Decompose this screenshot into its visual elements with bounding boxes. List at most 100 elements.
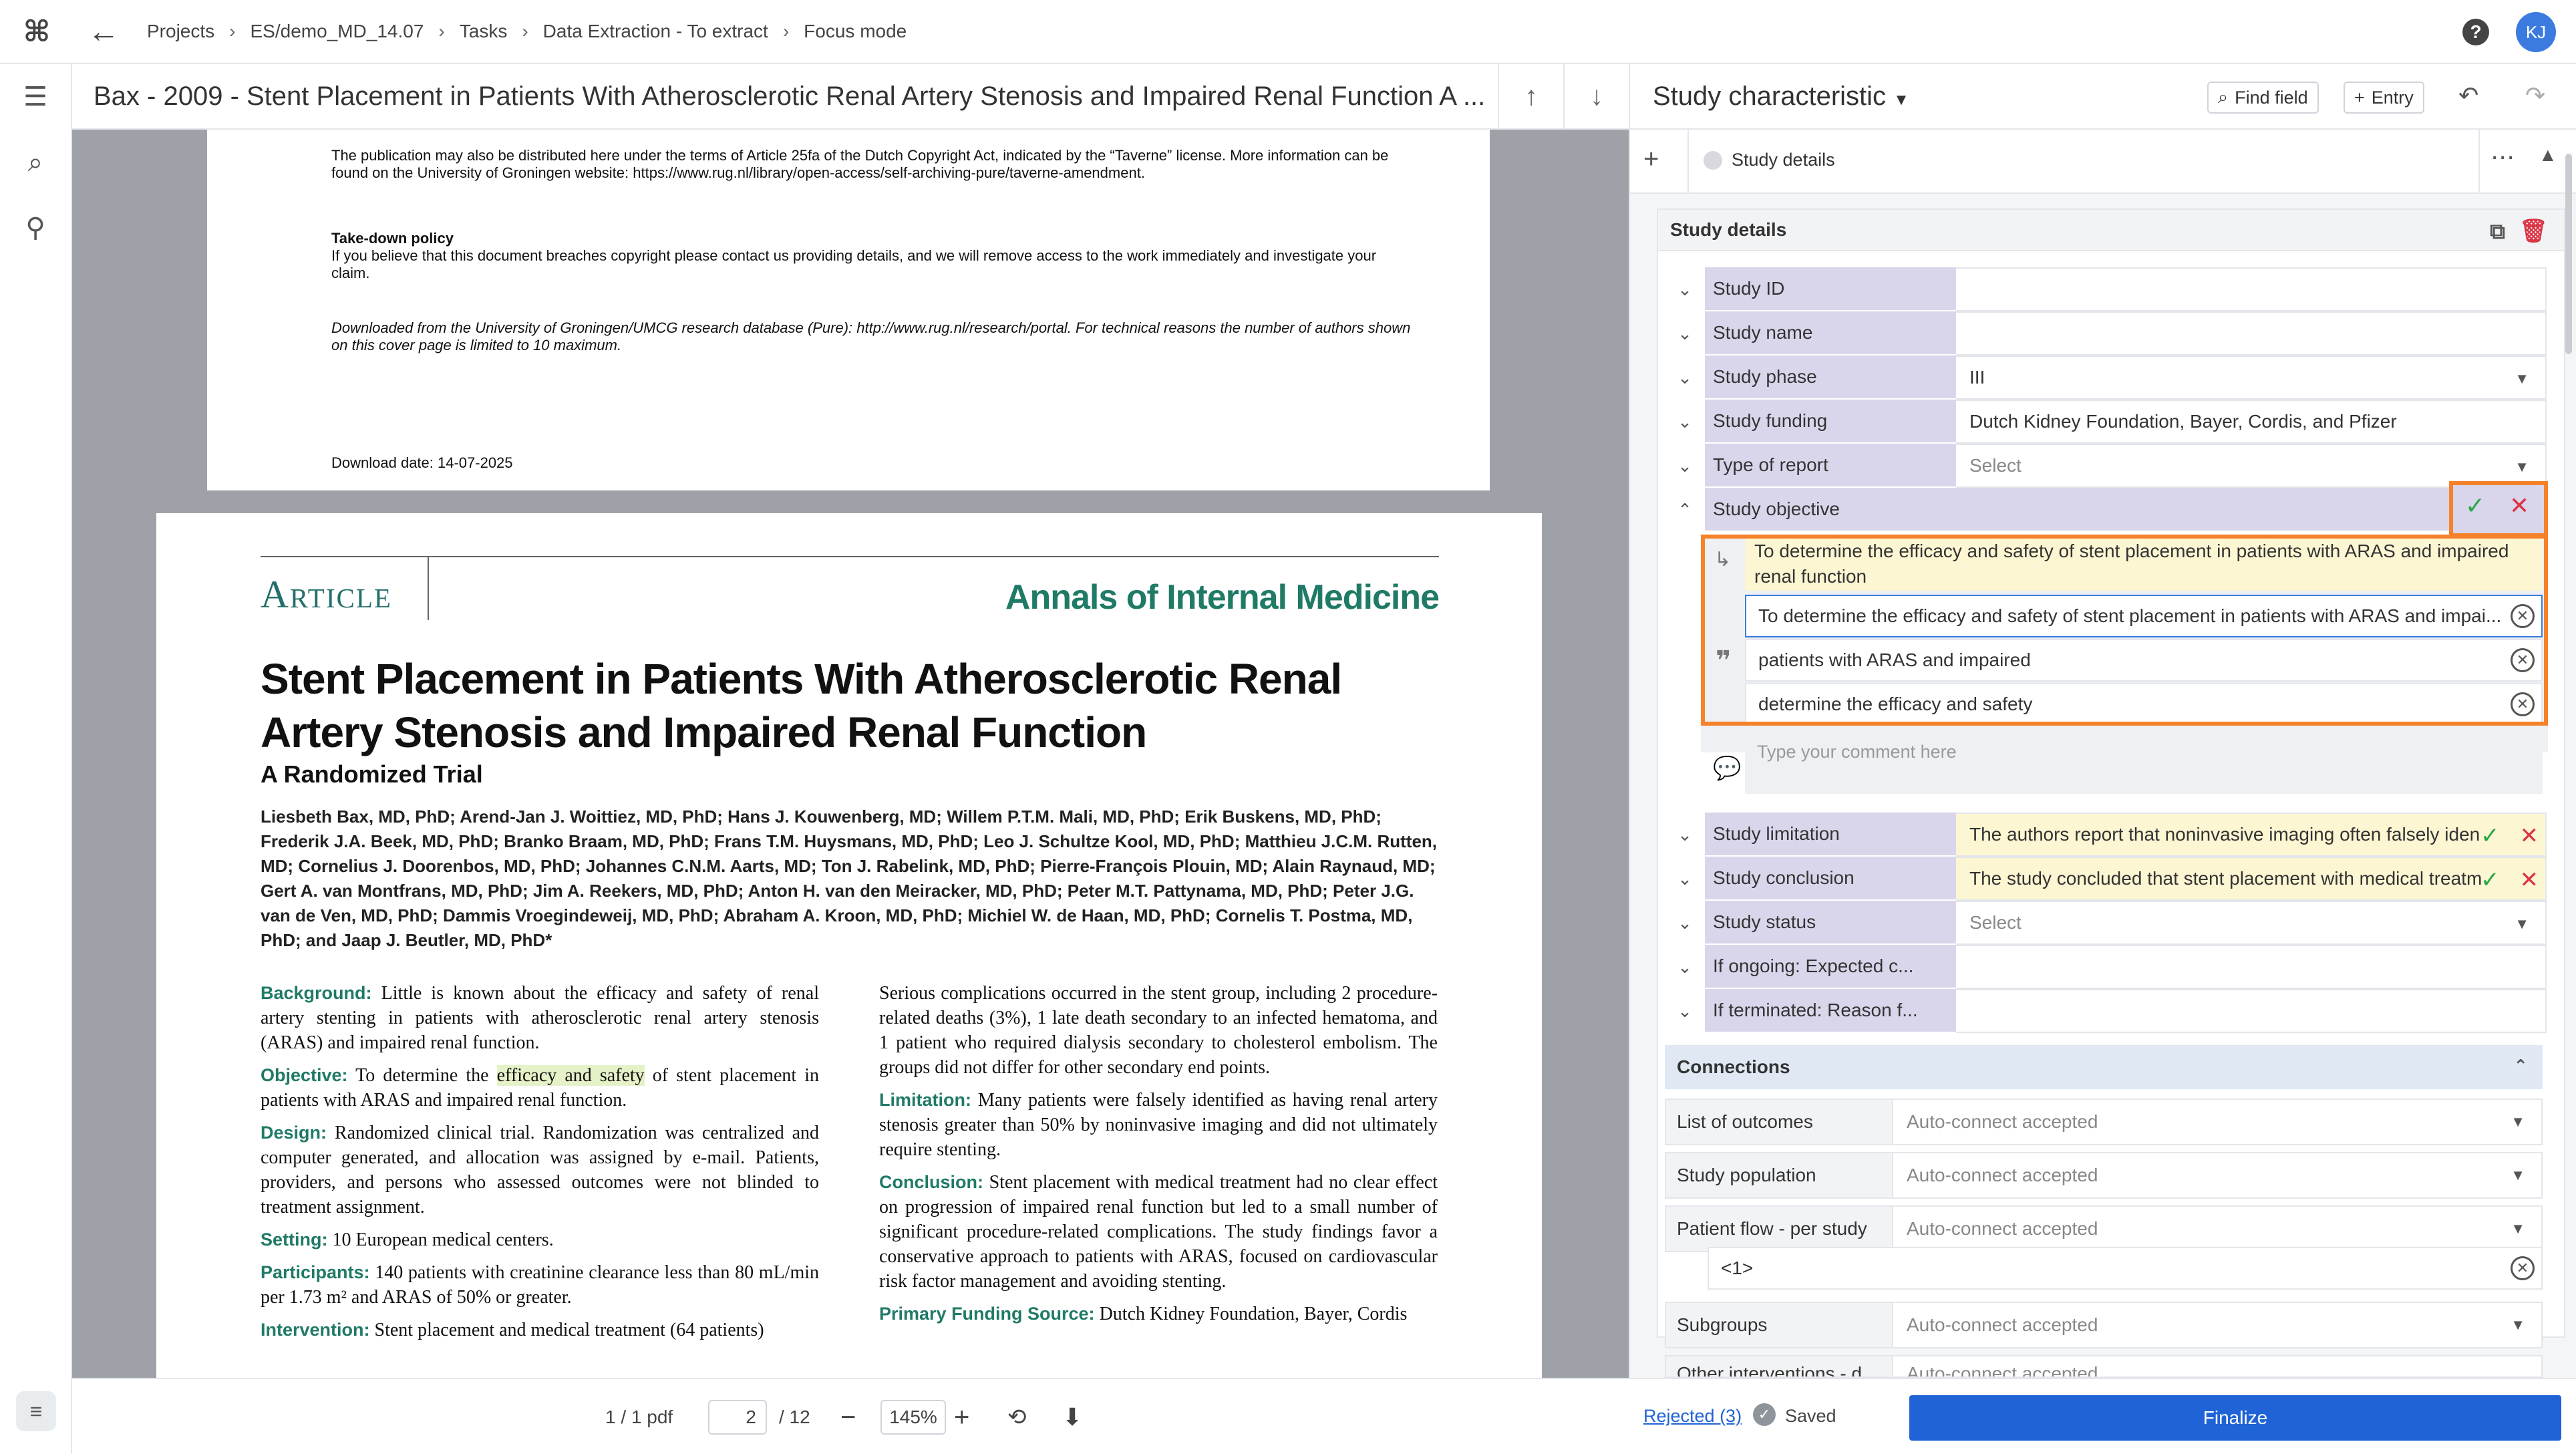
add-entry-button[interactable]: + Entry bbox=[2344, 82, 2424, 114]
page-number-input[interactable]: 2 bbox=[708, 1400, 767, 1435]
connection-select[interactable]: Auto-connect accepted ▼ bbox=[1893, 1100, 2541, 1144]
more-options-icon[interactable]: ⋯ bbox=[2490, 143, 2515, 171]
arrow-up-icon[interactable]: ↑ bbox=[1498, 64, 1563, 128]
caret-down-icon: ▼ bbox=[2515, 915, 2529, 932]
select-value: Auto-connect accepted bbox=[1907, 1363, 2098, 1378]
field-study-name: ⌄ Study name bbox=[1665, 311, 2547, 355]
caret-down-icon: ▼ bbox=[2515, 370, 2529, 387]
zoom-in-icon[interactable]: + bbox=[954, 1379, 969, 1454]
comment-input[interactable]: Type your comment here bbox=[1745, 732, 2543, 794]
breadcrumb-task[interactable]: Data Extraction - To extract bbox=[543, 21, 768, 42]
accept-check-icon[interactable]: ✓ bbox=[2480, 823, 2500, 849]
patient-flow-connected-item[interactable]: <1> ✕ bbox=[1708, 1247, 2543, 1290]
connection-select[interactable]: Auto-connect accepted ▼ bbox=[1893, 1303, 2541, 1347]
saved-status: Saved bbox=[1785, 1406, 1836, 1426]
intervention-text: Stent placement and medical treatment (6… bbox=[374, 1320, 764, 1340]
collapse-panel-icon[interactable]: ≡ bbox=[16, 1391, 56, 1431]
breadcrumb: Projects › ES/demo_MD_14.07 › Tasks › Da… bbox=[147, 21, 907, 42]
panel-scrollbar[interactable] bbox=[2565, 154, 2572, 354]
field-value: The authors report that noninvasive imag… bbox=[1969, 824, 2480, 845]
field-study-limitation: ⌄ Study limitation The authors report th… bbox=[1665, 813, 2547, 857]
chevron-down-icon[interactable]: ⌄ bbox=[1665, 355, 1705, 400]
if-terminated-input[interactable] bbox=[1956, 989, 2547, 1033]
connections-header[interactable]: Connections ⌃ bbox=[1665, 1045, 2543, 1089]
form-selector[interactable]: Study characteristic ▼ bbox=[1653, 82, 1909, 112]
tab-study-details[interactable]: Study details bbox=[1704, 150, 1835, 170]
zoom-level[interactable]: 145% bbox=[880, 1400, 946, 1435]
chevron-down-icon[interactable]: ⌄ bbox=[1665, 813, 1705, 857]
pdf-page-1: The publication may also be distributed … bbox=[207, 130, 1490, 490]
chevron-down-icon[interactable]: ⌄ bbox=[1665, 444, 1705, 488]
study-phase-select[interactable]: III ▼ bbox=[1956, 355, 2547, 400]
connection-label: Study population bbox=[1666, 1153, 1893, 1197]
connection-select[interactable]: Auto-connect accepted bbox=[1893, 1356, 2541, 1376]
chevron-down-icon[interactable]: ⌄ bbox=[1665, 989, 1705, 1033]
zoom-out-icon[interactable]: − bbox=[840, 1379, 856, 1454]
comment-icon: 💬 bbox=[1713, 756, 1742, 781]
pdf-viewer[interactable]: The publication may also be distributed … bbox=[72, 130, 1629, 1378]
reject-x-icon[interactable]: ✕ bbox=[2509, 492, 2529, 520]
breadcrumb-tasks[interactable]: Tasks bbox=[460, 21, 508, 42]
background-heading: Background: bbox=[261, 983, 372, 1003]
field-label: Study phase bbox=[1705, 355, 1956, 400]
paperclip-icon[interactable]: ⚲ bbox=[0, 195, 71, 261]
field-value: The study concluded that stent placement… bbox=[1969, 868, 2482, 889]
reject-x-icon[interactable]: ✕ bbox=[2520, 867, 2539, 893]
field-study-objective: ⌃ Study objective bbox=[1665, 488, 2547, 532]
breadcrumb-project[interactable]: ES/demo_MD_14.07 bbox=[250, 21, 424, 42]
design-text: Randomized clinical trial. Randomization… bbox=[261, 1123, 819, 1217]
caret-down-icon: ▼ bbox=[2511, 1316, 2525, 1333]
chevron-down-icon[interactable]: ⌄ bbox=[1665, 857, 1705, 901]
pdf-toolbar: 1 / 1 pdf 2 / 12 − 145% + ⟲ ⬇ bbox=[72, 1378, 1629, 1454]
arrow-down-icon[interactable]: ↓ bbox=[1563, 64, 1629, 128]
article-label: Article bbox=[261, 573, 392, 616]
chevron-down-icon[interactable]: ⌄ bbox=[1665, 311, 1705, 355]
list-icon[interactable]: ☰ bbox=[0, 64, 71, 130]
accept-check-icon[interactable]: ✓ bbox=[2465, 492, 2485, 520]
avatar[interactable]: KJ bbox=[2516, 12, 2556, 52]
breadcrumb-projects[interactable]: Projects bbox=[147, 21, 214, 42]
study-name-input[interactable] bbox=[1956, 311, 2547, 355]
find-field-button[interactable]: ⌕ Find field bbox=[2207, 82, 2319, 114]
if-ongoing-input[interactable] bbox=[1956, 945, 2547, 989]
divider bbox=[261, 556, 1439, 557]
help-icon[interactable]: ? bbox=[2462, 19, 2489, 45]
caret-down-icon: ▼ bbox=[2511, 1113, 2525, 1130]
clear-circle-icon[interactable]: ✕ bbox=[2511, 1256, 2535, 1280]
highlighted-quote[interactable]: efficacy and safety bbox=[496, 1065, 645, 1086]
chevron-up-icon[interactable]: ⌃ bbox=[1665, 488, 1705, 532]
funding-text: Dutch Kidney Foundation, Bayer, Cordis bbox=[1099, 1304, 1408, 1324]
chevron-down-icon[interactable]: ⌄ bbox=[1665, 945, 1705, 989]
redo-icon[interactable]: ↷ bbox=[2525, 82, 2545, 110]
study-id-input[interactable] bbox=[1956, 267, 2547, 311]
takedown-title: Take-down policy bbox=[331, 230, 454, 247]
chevron-down-icon[interactable]: ⌄ bbox=[1665, 267, 1705, 311]
accept-check-icon[interactable]: ✓ bbox=[2480, 867, 2500, 893]
collapse-icon[interactable]: ▲ bbox=[2539, 144, 2557, 166]
study-conclusion-input[interactable]: The study concluded that stent placement… bbox=[1956, 857, 2547, 901]
divider bbox=[2478, 130, 2480, 194]
finalize-button[interactable]: Finalize bbox=[1909, 1395, 2561, 1441]
study-status-select[interactable]: Select ▼ bbox=[1956, 901, 2547, 945]
trash-icon[interactable]: 🗑 bbox=[2519, 218, 2548, 245]
rotate-icon[interactable]: ⟲ bbox=[1007, 1379, 1027, 1454]
add-tab-icon[interactable]: + bbox=[1643, 144, 1659, 174]
study-limitation-input[interactable]: The authors report that noninvasive imag… bbox=[1956, 813, 2547, 857]
chevron-up-icon[interactable]: ⌃ bbox=[2513, 1056, 2528, 1076]
download-icon[interactable]: ⬇ bbox=[1062, 1379, 1082, 1454]
back-arrow-icon[interactable]: ← bbox=[73, 0, 134, 63]
field-type-of-report: ⌄ Type of report Select ▼ bbox=[1665, 444, 2547, 488]
logo-icon[interactable]: ⌘ bbox=[0, 0, 73, 63]
study-funding-input[interactable]: Dutch Kidney Foundation, Bayer, Cordis, … bbox=[1956, 400, 2547, 444]
chevron-down-icon[interactable]: ⌄ bbox=[1665, 901, 1705, 945]
reject-x-icon[interactable]: ✕ bbox=[2520, 823, 2539, 849]
chevron-right-icon: › bbox=[438, 21, 445, 41]
copy-icon[interactable]: ⧉ bbox=[2490, 219, 2505, 245]
undo-icon[interactable]: ↶ bbox=[2458, 82, 2478, 110]
connection-select[interactable]: Auto-connect accepted ▼ bbox=[1893, 1153, 2541, 1197]
left-rail: ☰ ⌕ ⚲ ≡ bbox=[0, 64, 72, 1454]
search-icon[interactable]: ⌕ bbox=[0, 130, 71, 195]
chevron-down-icon[interactable]: ⌄ bbox=[1665, 400, 1705, 444]
rejected-link[interactable]: Rejected (3) bbox=[1643, 1406, 1742, 1427]
connection-select[interactable]: Auto-connect accepted ▼ bbox=[1893, 1207, 2541, 1251]
